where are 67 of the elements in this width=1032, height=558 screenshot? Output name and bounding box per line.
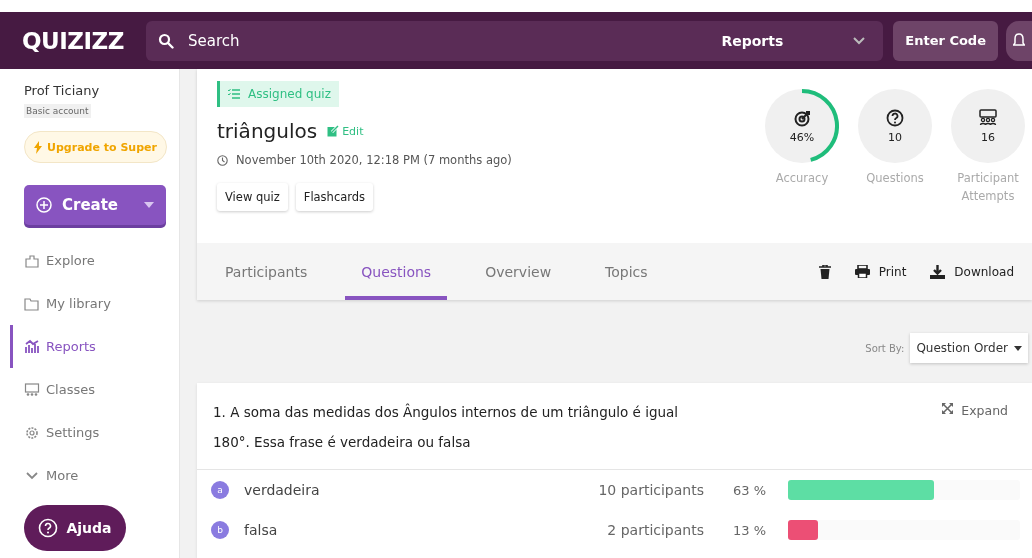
scope-dropdown[interactable]: Reports	[711, 28, 872, 53]
folder-icon	[24, 295, 40, 312]
stat-label: Questions	[866, 170, 924, 187]
answer-text: verdadeira	[244, 482, 321, 498]
target-icon	[793, 108, 811, 127]
sidebar-item[interactable]: Reports	[10, 325, 165, 368]
list-icon	[228, 89, 240, 99]
answer-text: falsa	[244, 522, 279, 538]
enter-code-button[interactable]: Enter Code	[893, 20, 998, 61]
participant-count: 10 participants	[597, 482, 704, 498]
tab[interactable]: Participants	[209, 243, 324, 300]
expand-icon	[942, 403, 954, 414]
people-icon	[979, 108, 997, 127]
delete-button[interactable]	[818, 264, 831, 279]
sidebar-item[interactable]: More	[10, 454, 165, 497]
print-button[interactable]: Print	[854, 264, 907, 279]
user-name: Prof Ticiany	[24, 83, 101, 98]
participant-count: 2 participants	[606, 522, 704, 538]
assigned-quiz-tag: Assigned quiz	[217, 81, 339, 107]
question-circle-icon	[38, 518, 59, 538]
chevron-down-icon	[853, 36, 866, 45]
sidebar-item[interactable]: Explore	[10, 239, 165, 282]
tab[interactable]: Questions	[345, 243, 448, 300]
account-badge: Basic account	[24, 104, 91, 118]
caret-down-icon	[144, 202, 154, 208]
sidebar-item[interactable]: Settings	[10, 411, 165, 454]
stat-value: 46%	[789, 130, 815, 144]
trash-icon	[818, 264, 831, 279]
question-text: 1. A soma das medidas dos Ângulos internos de um triângulo é igual 180°. Essa frase é verdadeira ou falsa	[213, 402, 680, 452]
logo[interactable]: QUIZIZZ	[22, 27, 146, 54]
search-icon	[158, 32, 174, 49]
option-letter: a	[211, 481, 229, 499]
plus-circle-icon	[36, 197, 52, 213]
clock-icon	[217, 154, 228, 166]
stat-label: Participant Attempts	[956, 170, 1020, 205]
stat-value: 10	[888, 130, 902, 144]
settings-icon	[24, 424, 40, 441]
stat-value: 16	[981, 130, 995, 144]
question-circle-icon	[886, 108, 904, 127]
chart-icon	[24, 338, 40, 355]
sort-dropdown[interactable]: Question Order	[910, 333, 1028, 363]
board-icon	[24, 381, 40, 398]
help-button[interactable]: Ajuda	[24, 505, 126, 551]
quiz-date: November 10th 2020, 12:18 PM (7 months ago)	[236, 153, 512, 167]
sort-label: Sort By:	[865, 342, 905, 354]
lightning-icon	[34, 140, 43, 154]
quiz-button[interactable]: Flashcards	[295, 183, 374, 211]
option-letter: b	[211, 521, 229, 539]
sidebar-item[interactable]: My library	[10, 282, 165, 325]
quiz-title: triângulos	[217, 119, 318, 143]
expand-button[interactable]: Expand	[936, 397, 1014, 457]
search-field[interactable]: Search Reports	[146, 20, 884, 61]
edit-icon	[327, 125, 340, 137]
tab[interactable]: Topics	[589, 243, 664, 300]
stat-label: Accuracy	[775, 170, 829, 187]
download-button[interactable]: Download	[930, 264, 1014, 279]
bell-icon	[1013, 32, 1025, 49]
quiz-button[interactable]: View quiz	[217, 183, 288, 211]
sidebar-item[interactable]: Classes	[10, 368, 165, 411]
create-button[interactable]: Create	[24, 185, 166, 225]
download-icon	[930, 264, 946, 279]
caret-down-icon	[1014, 345, 1022, 351]
answer-percent: 13 %	[731, 522, 766, 538]
notification-button[interactable]	[1006, 20, 1032, 61]
printer-icon	[854, 265, 870, 278]
tab[interactable]: Overview	[469, 243, 568, 300]
answer-percent: 63 %	[731, 482, 766, 498]
